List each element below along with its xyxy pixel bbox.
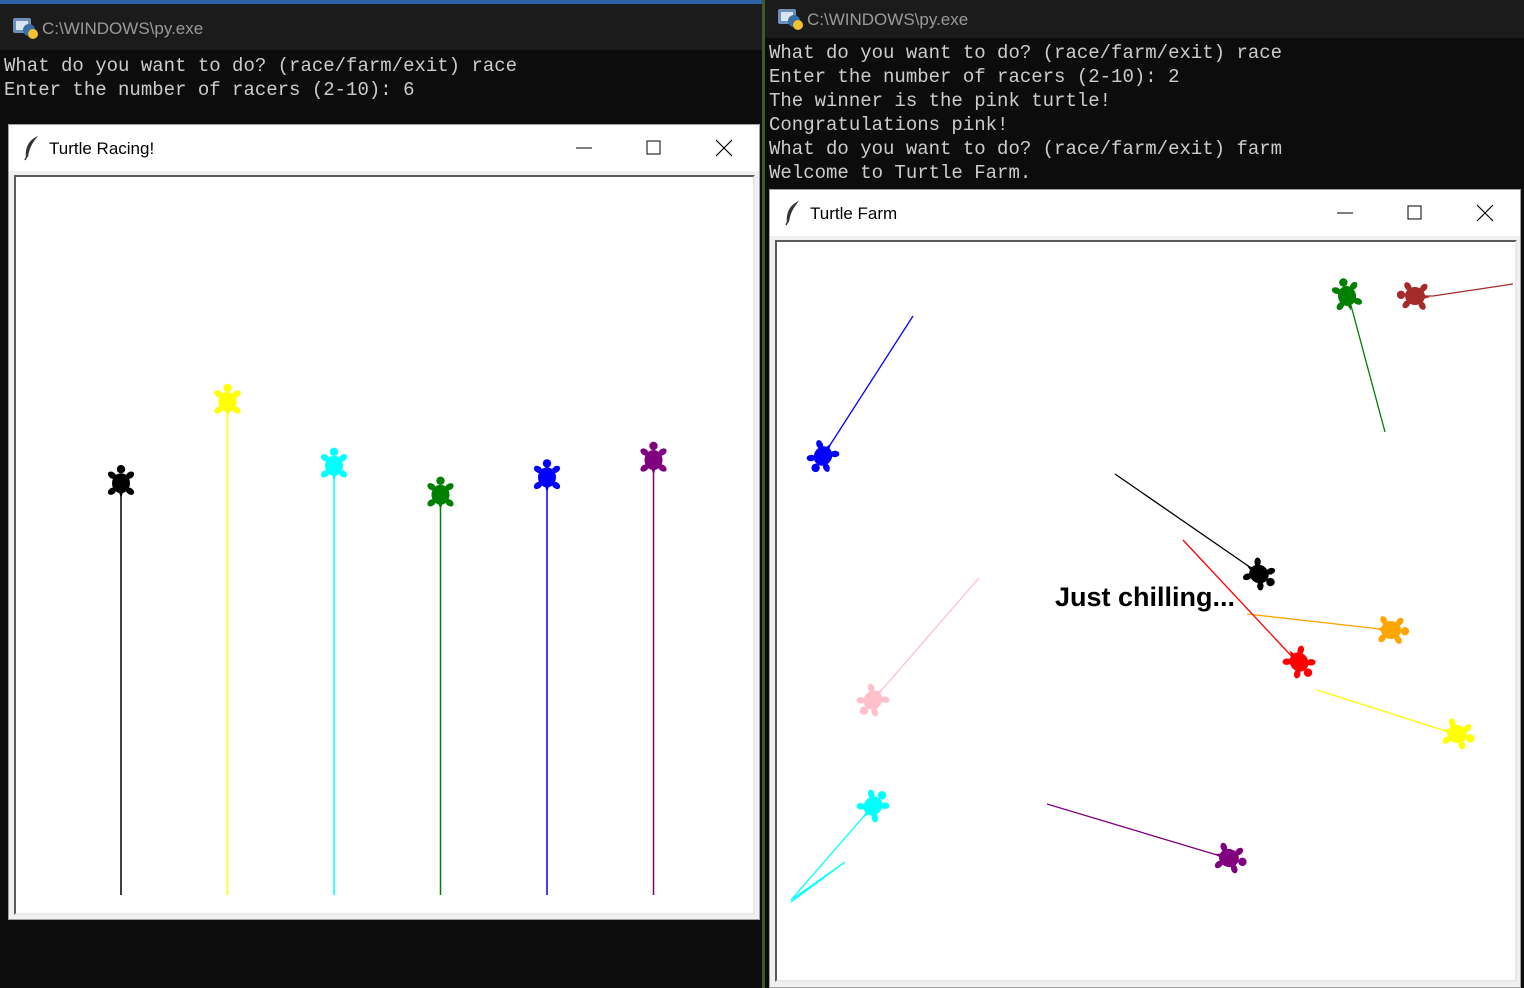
console-line: The winner is the pink turtle! <box>769 90 1112 112</box>
blue-turtle <box>806 440 840 473</box>
console-titlebar[interactable]: C:\WINDOWS\py.exe <box>0 4 762 50</box>
maximize-button[interactable] <box>625 129 683 167</box>
race-track <box>107 383 667 895</box>
console-line: Enter the number of racers (2-10): 6 <box>4 79 415 101</box>
cyan-turtle <box>856 789 890 823</box>
console-line: What do you want to do? (race/farm/exit)… <box>769 42 1283 64</box>
console-title: C:\WINDOWS\py.exe <box>42 19 204 38</box>
feather-icon <box>24 136 38 161</box>
maximize-button[interactable] <box>1386 194 1444 232</box>
python-console-icon <box>13 18 38 39</box>
racer-turtle <box>427 476 454 510</box>
turtle-trail <box>790 807 872 903</box>
window-title: Turtle Racing! <box>49 139 155 158</box>
turtle-trail <box>1348 297 1386 433</box>
minimize-icon <box>576 147 592 149</box>
racer-turtle <box>214 383 241 417</box>
green-turtle <box>1331 278 1363 311</box>
orange-turtle <box>1376 616 1410 644</box>
window-titlebar[interactable]: Turtle Racing! <box>9 125 759 171</box>
turtle-trail <box>1417 283 1514 297</box>
racer-turtle <box>640 441 667 475</box>
turtle-racing-window[interactable]: Turtle Racing! <box>8 124 760 920</box>
maximize-icon <box>646 140 661 155</box>
close-button[interactable] <box>1456 194 1514 232</box>
close-button[interactable] <box>695 129 753 167</box>
minimize-button[interactable] <box>555 129 613 167</box>
console-line: Enter the number of racers (2-10): 2 <box>769 66 1180 88</box>
minimize-button[interactable] <box>1316 194 1374 232</box>
turtle-trail <box>1316 689 1456 735</box>
console-line: What do you want to do? (race/farm/exit)… <box>4 55 518 77</box>
racer-turtle <box>533 459 561 493</box>
console-title: C:\WINDOWS\py.exe <box>807 10 969 29</box>
yellow-turtle <box>1442 718 1475 750</box>
farm-status-text: Just chilling... <box>1055 582 1235 612</box>
racer-turtle <box>320 447 348 481</box>
feather-icon <box>785 201 799 226</box>
console-output: What do you want to do? (race/farm/exit)… <box>769 41 1282 185</box>
turtle-farm-window[interactable]: Turtle Farm Just chilling... <box>769 189 1521 988</box>
turtle-trail <box>872 577 980 701</box>
pink-turtle <box>856 683 890 717</box>
turtle-trail <box>1046 803 1228 859</box>
turtle-trail <box>822 315 914 457</box>
close-icon <box>1476 204 1494 222</box>
console-line: What do you want to do? (race/farm/exit)… <box>769 138 1283 160</box>
maximize-icon <box>1407 205 1422 220</box>
window-titlebar[interactable]: Turtle Farm <box>770 190 1520 236</box>
turtle-trail <box>1246 613 1390 631</box>
turtle-trail <box>1114 473 1258 573</box>
close-icon <box>715 139 733 157</box>
farm-canvas[interactable]: Just chilling... <box>775 240 1517 982</box>
console-line: Congratulations pink! <box>769 114 1009 136</box>
console-titlebar[interactable]: C:\WINDOWS\py.exe <box>765 0 1524 38</box>
window-title: Turtle Farm <box>810 204 898 223</box>
purple-turtle <box>1214 842 1247 874</box>
racer-turtle <box>107 465 135 499</box>
minimize-icon <box>1337 212 1353 214</box>
console-line: Welcome to Turtle Farm. <box>769 162 1032 184</box>
black-turtle <box>1242 557 1276 591</box>
farm-field: Just chilling... <box>790 278 1514 903</box>
red-turtle <box>1282 645 1316 679</box>
race-canvas[interactable] <box>14 175 755 915</box>
brown-turtle <box>1396 282 1430 310</box>
python-console-icon <box>778 9 803 30</box>
console-output: What do you want to do? (race/farm/exit)… <box>4 54 517 102</box>
